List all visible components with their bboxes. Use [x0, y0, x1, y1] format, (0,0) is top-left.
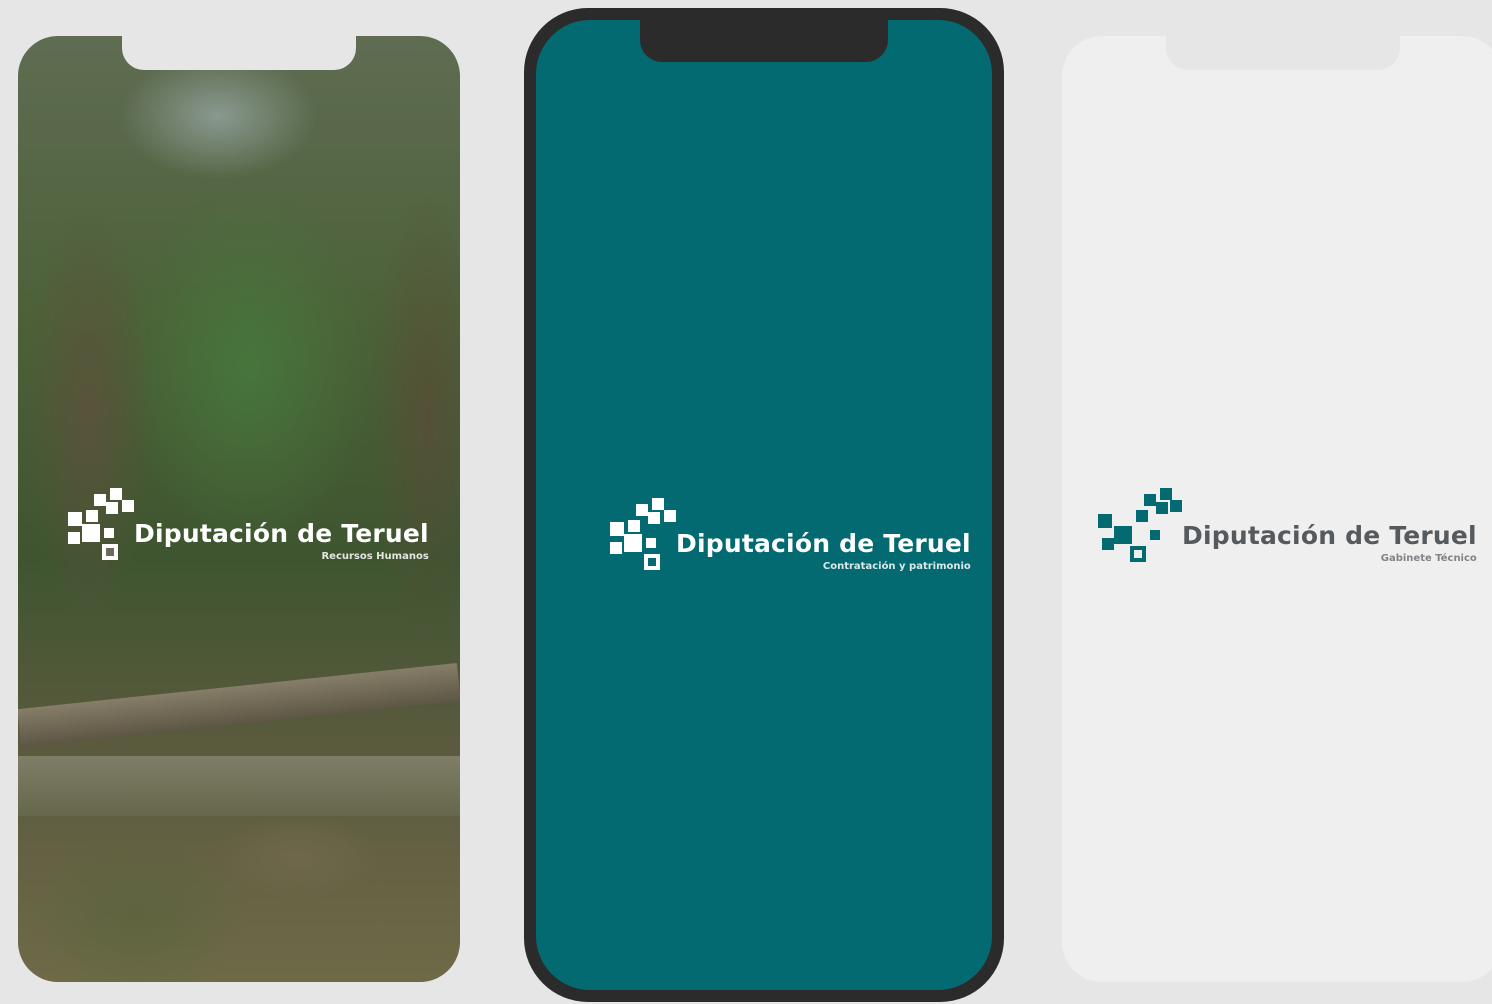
phone-notch — [640, 16, 888, 62]
mockup-canvas: { "phones": [ { "id": "photo", "backgrou… — [0, 0, 1492, 1004]
phone-notch — [1166, 36, 1400, 70]
diputacion-logo: Diputación de Teruel Recursos Humanos — [50, 488, 429, 564]
pixel-logo-icon — [1098, 488, 1182, 564]
phone-mockup-light: Diputación de Teruel Gabinete Técnico — [1062, 36, 1492, 982]
stream-shape — [18, 756, 460, 816]
pixel-logo-icon — [50, 488, 134, 564]
diputacion-logo: Diputación de Teruel Contratación y patr… — [592, 498, 971, 574]
pixel-logo-icon — [592, 498, 676, 574]
phone-screen: Diputación de Teruel Contratación y patr… — [536, 20, 992, 990]
logo-title: Diputación de Teruel — [134, 519, 429, 548]
logo-subtitle: Recursos Humanos — [321, 551, 429, 562]
phone-notch — [122, 36, 356, 70]
logo-title: Diputación de Teruel — [676, 529, 971, 558]
phone-mockup-photo: Diputación de Teruel Recursos Humanos — [18, 36, 460, 982]
logo-subtitle: Gabinete Técnico — [1380, 553, 1477, 564]
logo-subtitle: Contratación y patrimonio — [822, 561, 971, 572]
phone-mockup-teal: Diputación de Teruel Contratación y patr… — [524, 8, 1004, 1002]
logo-title: Diputación de Teruel — [1182, 521, 1477, 550]
diputacion-logo: Diputación de Teruel Gabinete Técnico — [1098, 488, 1477, 564]
